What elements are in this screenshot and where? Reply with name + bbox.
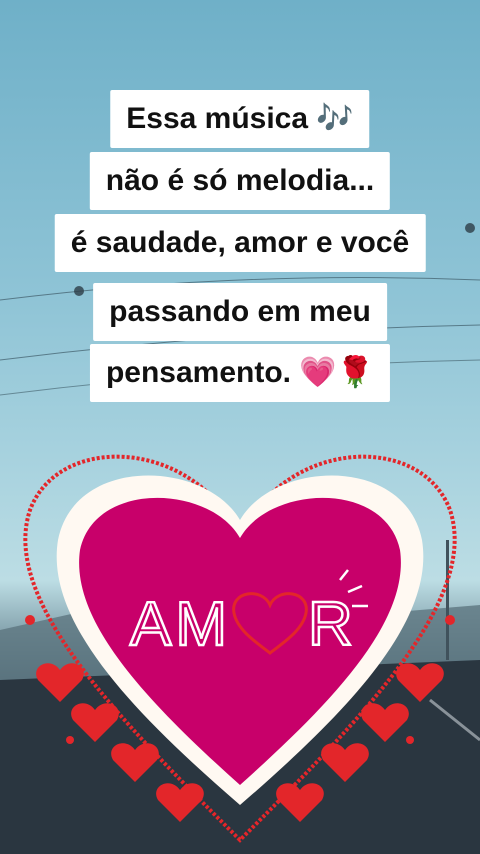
caption-line-1: Essa música 🎶 — [110, 90, 370, 148]
amor-word-left: AM — [130, 590, 231, 659]
caption-line-3: é saudade, amor e você — [54, 214, 426, 272]
video-frame: Essa música 🎶 não é só melodia... é saud… — [0, 0, 480, 854]
caption-line-5: pensamento. 💗🌹 — [89, 344, 391, 402]
amor-heart-sticker: AM R — [0, 420, 480, 854]
caption-line-2: não é só melodia... — [89, 152, 391, 210]
caption-line-4: passando em meu — [93, 283, 387, 341]
amor-word-right: R — [308, 590, 353, 659]
heart-icon: AM R — [23, 454, 457, 843]
